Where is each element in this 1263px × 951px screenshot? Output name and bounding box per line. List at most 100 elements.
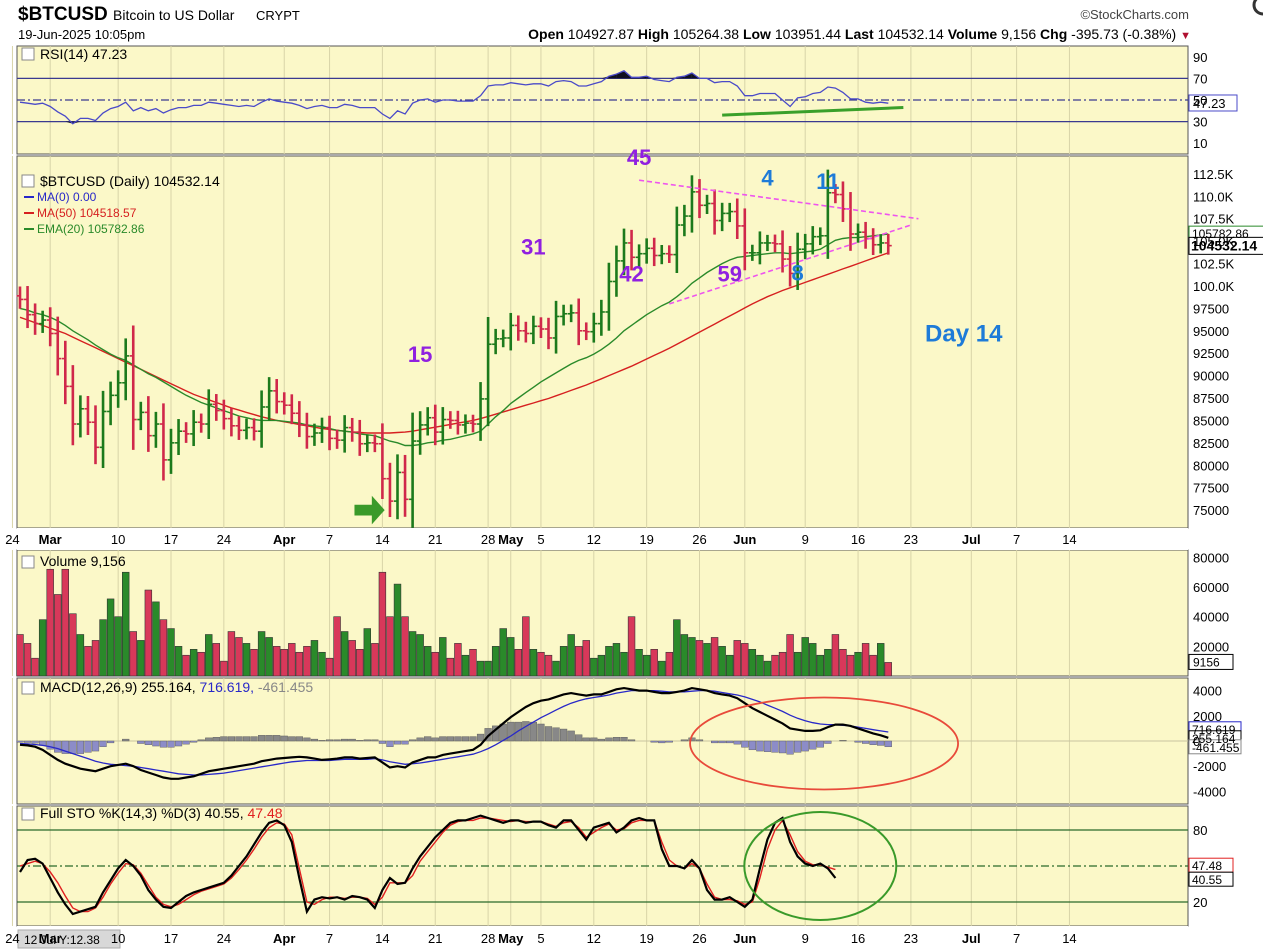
macd-histogram-bar (507, 721, 515, 742)
volume-bar (793, 651, 802, 677)
x-tick-label: 14 (375, 532, 389, 547)
macd-histogram-bar (786, 740, 794, 755)
volume-bar (378, 571, 387, 677)
volume-bar (491, 646, 500, 677)
macd-histogram-bar (620, 737, 628, 742)
volume-bar (514, 649, 523, 677)
macd-histogram-bar (537, 723, 545, 742)
macd-histogram-bar (809, 740, 817, 750)
volume-bar (227, 631, 236, 677)
volume-bar (272, 646, 281, 677)
rsi-tick-label: 90 (1193, 50, 1207, 65)
x-tick-label-bottom: 10 (111, 931, 125, 946)
price-tick-label: 92500 (1193, 346, 1229, 361)
x-tick-label: 7 (1013, 532, 1020, 547)
price-tick-label: 77500 (1193, 481, 1229, 496)
macd-histogram-bar (159, 740, 168, 748)
legend-entry: MA(0) 0.00 (37, 190, 97, 204)
volume-tick-label: 80000 (1193, 550, 1229, 565)
x-tick-label-bottom: 24 (217, 931, 231, 946)
volume-bar (861, 643, 870, 677)
volume-bar (303, 646, 311, 677)
macd-histogram-bar (597, 738, 605, 742)
macd-histogram-bar (69, 740, 77, 754)
macd-histogram-bar (575, 734, 583, 742)
macd-histogram-bar (122, 738, 130, 742)
x-tick-label: Mar (39, 532, 62, 547)
macd-tick-label: -4000 (1193, 784, 1226, 799)
volume-bar (235, 637, 243, 677)
chart-area[interactable]: 2424MarMar101017172424AprApr771414212128… (0, 0, 1263, 951)
x-tick-label: 21 (428, 532, 442, 547)
x-tick-label-bottom: 7 (326, 931, 333, 946)
x-tick-label: 7 (326, 532, 333, 547)
volume-bar (257, 631, 266, 677)
x-tick-label-bottom: 23 (904, 931, 918, 946)
volume-bar (431, 651, 439, 677)
rsi-tick-label: 10 (1193, 136, 1207, 151)
macd-histogram-bar (220, 736, 228, 742)
sto-tick-label: 80 (1193, 823, 1207, 838)
x-tick-label: 5 (537, 532, 544, 547)
macd-histogram-bar (680, 739, 689, 742)
macd-histogram-bar (552, 727, 560, 742)
x-tick-label: May (498, 532, 524, 547)
macd-histogram-bar (741, 740, 749, 748)
macd-histogram-bar (862, 740, 870, 744)
volume-bar (122, 571, 130, 677)
volume-bar (642, 654, 651, 677)
sto-last-label: 40.55 (1192, 873, 1222, 887)
price-tick-label: 97500 (1193, 301, 1229, 316)
macd-histogram-bar (446, 736, 454, 742)
macd-histogram-bar (733, 740, 741, 745)
volume-bar (325, 657, 334, 677)
macd-histogram-bar (816, 740, 824, 748)
macd-histogram-bar (431, 737, 439, 742)
macd-histogram-bar (348, 738, 356, 742)
volume-bar (371, 643, 379, 677)
price-annotation: Day 14 (925, 321, 1003, 348)
macd-histogram-bar (529, 721, 538, 742)
price-tick-label: 90000 (1193, 369, 1229, 384)
macd-histogram-bar (854, 740, 862, 743)
macd-last-label: -461.455 (1192, 741, 1240, 755)
macd-histogram-bar (182, 740, 190, 745)
macd-histogram-bar (665, 740, 673, 743)
volume-bar (69, 613, 77, 677)
x-tick-label-bottom: Jul (962, 931, 981, 946)
macd-tick-label: 2000 (1193, 709, 1222, 724)
volume-tick-label: 40000 (1193, 610, 1229, 625)
x-tick-label: 26 (692, 532, 706, 547)
macd-histogram-bar (461, 736, 470, 742)
volume-bar (423, 646, 432, 677)
macd-histogram-bar (356, 740, 364, 742)
macd-histogram-bar (378, 740, 387, 744)
x-tick-label-bottom: 5 (537, 931, 544, 946)
volume-bar (197, 651, 205, 677)
x-tick-label: 12 (587, 532, 601, 547)
x-tick-label-bottom: 9 (802, 931, 809, 946)
volume-bar (401, 616, 409, 677)
x-tick-label-bottom: 12 (587, 931, 601, 946)
volume-bar (627, 616, 636, 677)
x-tick-label-bottom: 7 (1013, 931, 1020, 946)
macd-histogram-bar (174, 740, 183, 747)
x-tick-label: 16 (851, 532, 865, 547)
price-panel-icon (21, 174, 35, 188)
price-annotation: 8 (792, 261, 804, 286)
macd-histogram-bar (567, 730, 575, 742)
macd-histogram-bar (333, 739, 341, 742)
volume-bar (771, 654, 779, 677)
macd-histogram-bar (794, 740, 802, 753)
price-annotation: 45 (627, 145, 651, 170)
macd-histogram-bar (99, 740, 107, 747)
x-tick-label: 23 (904, 532, 918, 547)
volume-bar (363, 628, 371, 677)
last-price-label: 104532.14 (1191, 237, 1257, 253)
price-tick-label: 80000 (1193, 458, 1229, 473)
volume-bar (831, 634, 840, 677)
volume-panel-icon (21, 555, 35, 569)
macd-histogram-bar (91, 740, 100, 752)
volume-bar (620, 651, 628, 677)
macd-histogram-bar (763, 740, 772, 752)
